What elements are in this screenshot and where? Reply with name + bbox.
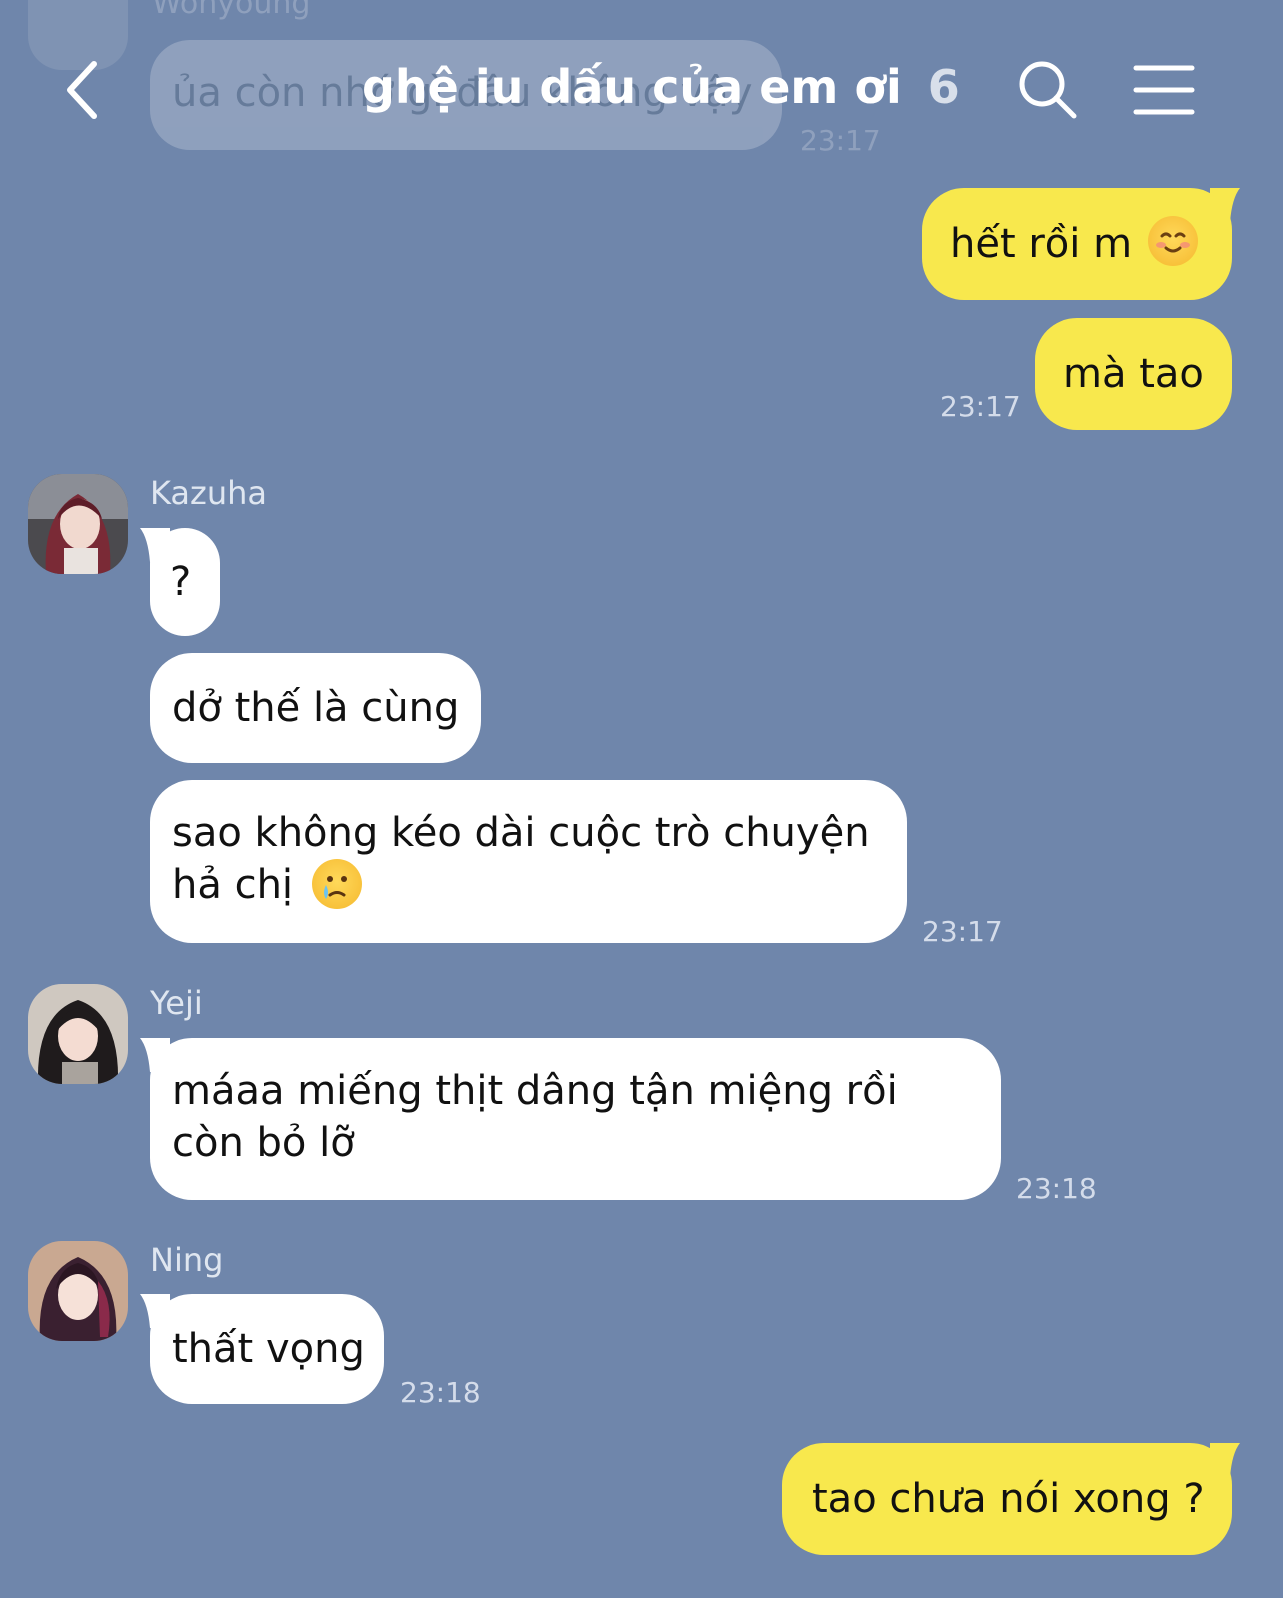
chat-title: ghệ iu dấu của em ơi <box>362 60 902 114</box>
menu-button[interactable] <box>1132 62 1196 118</box>
message-text: dở thế là cùng <box>172 685 460 731</box>
message-text: tao chưa nói xong ? <box>812 1476 1205 1522</box>
message-time: 23:18 <box>400 1376 481 1409</box>
sender-name: Kazuha <box>150 474 267 512</box>
sender-name: Ning <box>150 1241 224 1279</box>
back-button[interactable] <box>52 58 112 122</box>
sender-name: Yeji <box>150 984 203 1022</box>
avatar-ning[interactable] <box>28 1241 128 1341</box>
message-text: ? <box>170 559 192 605</box>
message-text: hết rồi m <box>950 221 1133 267</box>
crying-face-icon <box>311 859 362 909</box>
sender-name: Wonyoung <box>152 0 311 21</box>
chevron-left-icon <box>67 61 97 119</box>
smiling-face-icon <box>1148 216 1199 266</box>
chat-title-group[interactable]: ghệ iu dấu của em ơi 6 <box>362 60 960 120</box>
bubble-tail <box>1210 188 1240 222</box>
message-text: máaa miếng thịt dâng tận miệng rồi còn b… <box>172 1068 898 1166</box>
message-time: 23:18 <box>1016 1172 1097 1205</box>
bubble-tail <box>1210 1443 1240 1477</box>
member-count: 6 <box>927 60 960 114</box>
avatar-kazuha[interactable] <box>28 474 128 574</box>
search-button[interactable] <box>1016 58 1080 122</box>
my-message-bubble[interactable]: mà tao <box>1035 318 1232 430</box>
chat-header: ghệ iu dấu của em ơi 6 <box>0 30 1283 150</box>
message-time: 23:17 <box>940 390 1021 423</box>
their-message-bubble[interactable]: sao không kéo dài cuộc trò chuyện hả chị <box>150 780 907 943</box>
their-message-bubble[interactable]: dở thế là cùng <box>150 653 481 763</box>
message-text: mà tao <box>1063 351 1204 397</box>
message-text: thất vọng <box>172 1326 365 1372</box>
their-message-bubble[interactable]: thất vọng <box>150 1294 384 1404</box>
message-time: 23:17 <box>922 915 1003 948</box>
their-message-bubble[interactable]: máaa miếng thịt dâng tận miệng rồi còn b… <box>150 1038 1001 1200</box>
avatar-yeji[interactable] <box>28 984 128 1084</box>
hamburger-menu-icon <box>1133 65 1195 115</box>
message-text: sao không kéo dài cuộc trò chuyện hả chị <box>172 810 870 908</box>
their-message-bubble[interactable]: ? <box>150 528 220 636</box>
my-message-bubble[interactable]: tao chưa nói xong ? <box>782 1443 1232 1555</box>
search-icon <box>1019 61 1077 119</box>
my-message-bubble[interactable]: hết rồi m <box>922 188 1232 300</box>
